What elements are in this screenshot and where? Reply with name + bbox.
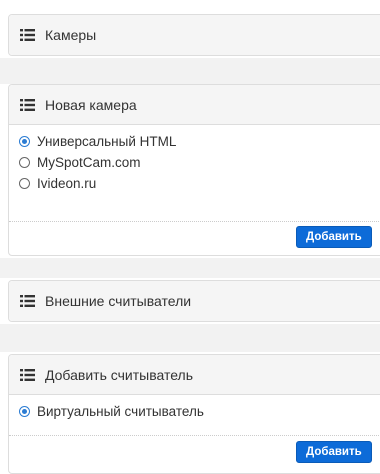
camera-type-options: Универсальный HTML MySpotCam.com Ivideon… <box>9 125 380 194</box>
add-reader-title: Добавить считыватель <box>45 366 193 383</box>
camera-option-ivideon[interactable]: Ivideon.ru <box>19 173 380 194</box>
camera-option-label: Ivideon.ru <box>37 176 97 191</box>
reader-type-options: Виртуальный считыватель <box>9 395 380 422</box>
camera-option-myspotcam[interactable]: MySpotCam.com <box>19 152 380 173</box>
section-gap <box>0 324 380 352</box>
add-reader-button[interactable]: Добавить <box>296 441 372 463</box>
list-icon <box>20 295 35 307</box>
list-icon <box>20 368 35 381</box>
reader-option-virtual[interactable]: Виртуальный считыватель <box>19 401 380 422</box>
add-camera-button[interactable]: Добавить <box>296 226 372 248</box>
add-reader-panel: Добавить считыватель Виртуальный считыва… <box>8 354 380 474</box>
camera-option-universal-html[interactable]: Универсальный HTML <box>19 131 380 152</box>
radio-unchecked-icon[interactable] <box>19 157 30 168</box>
camera-option-label: MySpotCam.com <box>37 155 141 170</box>
panel-footer-divider <box>9 435 380 436</box>
radio-checked-icon[interactable] <box>19 136 30 147</box>
panel-footer-divider <box>9 221 380 222</box>
cameras-panel: Камеры <box>8 14 380 56</box>
new-camera-title: Новая камера <box>45 96 137 113</box>
radio-checked-icon[interactable] <box>19 406 30 417</box>
list-icon <box>20 29 35 41</box>
cameras-panel-header[interactable]: Камеры <box>9 15 380 55</box>
camera-option-label: Универсальный HTML <box>37 134 177 149</box>
new-camera-panel: Новая камера Универсальный HTML MySpotCa… <box>8 84 380 256</box>
radio-unchecked-icon[interactable] <box>19 178 30 189</box>
add-reader-panel-header[interactable]: Добавить считыватель <box>9 355 380 395</box>
reader-option-label: Виртуальный считыватель <box>37 404 204 419</box>
external-readers-title: Внешние считыватели <box>45 293 192 309</box>
cameras-title: Камеры <box>45 27 97 43</box>
external-readers-panel-header[interactable]: Внешние считыватели <box>9 281 380 321</box>
section-gap <box>0 258 380 278</box>
list-icon <box>20 98 35 111</box>
new-camera-panel-header[interactable]: Новая камера <box>9 85 380 125</box>
external-readers-panel: Внешние считыватели <box>8 280 380 322</box>
section-gap <box>0 58 380 84</box>
